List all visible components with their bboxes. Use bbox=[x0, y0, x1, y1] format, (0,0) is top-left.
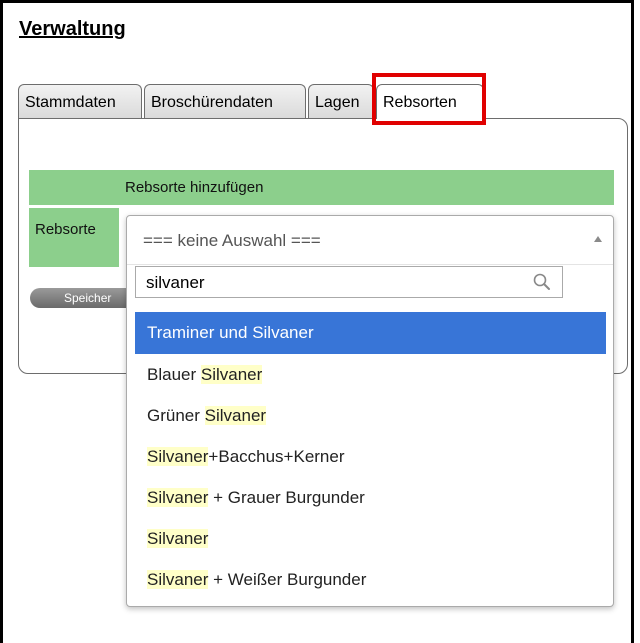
option-text: Traminer und Silvaner bbox=[147, 323, 314, 342]
option-text: Blauer bbox=[147, 365, 201, 384]
option-match-text: Silvaner bbox=[147, 529, 209, 548]
option-match-text: Silvaner bbox=[147, 447, 209, 466]
option-text: + Grauer Burgunder bbox=[208, 488, 365, 507]
select-current-text: === keine Auswahl === bbox=[143, 231, 321, 250]
search-icon bbox=[532, 272, 552, 297]
field-label-cell: Rebsorte bbox=[29, 208, 119, 267]
section-header: Rebsorte hinzufügen bbox=[29, 170, 614, 205]
select-current-value[interactable]: === keine Auswahl === bbox=[127, 216, 613, 265]
search-input[interactable] bbox=[136, 267, 528, 299]
option-item[interactable]: Silvaner+Bacchus+Kerner bbox=[135, 436, 606, 477]
tab-broschuerendaten[interactable]: Broschürendaten bbox=[144, 84, 306, 118]
option-text: +Bacchus+Kerner bbox=[208, 447, 345, 466]
option-text: Grüner bbox=[147, 406, 205, 425]
option-match-text: Silvaner bbox=[200, 365, 263, 384]
option-match-text: Silvaner bbox=[147, 570, 209, 589]
page-title: Verwaltung bbox=[19, 18, 126, 40]
search-field[interactable] bbox=[135, 266, 563, 299]
save-button[interactable]: Speicher bbox=[30, 288, 140, 308]
option-item[interactable]: Grüner Silvaner bbox=[135, 395, 606, 436]
section-header-label: Rebsorte hinzufügen bbox=[125, 179, 264, 196]
option-match-text: Silvaner bbox=[204, 406, 267, 425]
option-match-text: Silvaner bbox=[147, 488, 209, 507]
caret-up-icon bbox=[594, 236, 602, 242]
tab-lagen[interactable]: Lagen bbox=[308, 84, 374, 118]
field-label: Rebsorte bbox=[35, 221, 96, 238]
options-list: Traminer und Silvaner Blauer Silvaner Grün… bbox=[135, 312, 606, 600]
tab-rebsorten[interactable]: Rebsorten bbox=[376, 84, 484, 119]
rebsorte-select-dropdown: === keine Auswahl === Traminer und Silva… bbox=[126, 215, 614, 607]
option-item[interactable]: Silvaner bbox=[135, 518, 606, 559]
option-item[interactable]: Silvaner + Weißer Burgunder bbox=[135, 559, 606, 600]
option-text: + Weißer Burgunder bbox=[208, 570, 367, 589]
option-item[interactable]: Blauer Silvaner bbox=[135, 354, 606, 395]
option-item[interactable]: Traminer und Silvaner bbox=[135, 312, 606, 354]
option-item[interactable]: Silvaner + Grauer Burgunder bbox=[135, 477, 606, 518]
tab-stammdaten[interactable]: Stammdaten bbox=[18, 84, 142, 118]
